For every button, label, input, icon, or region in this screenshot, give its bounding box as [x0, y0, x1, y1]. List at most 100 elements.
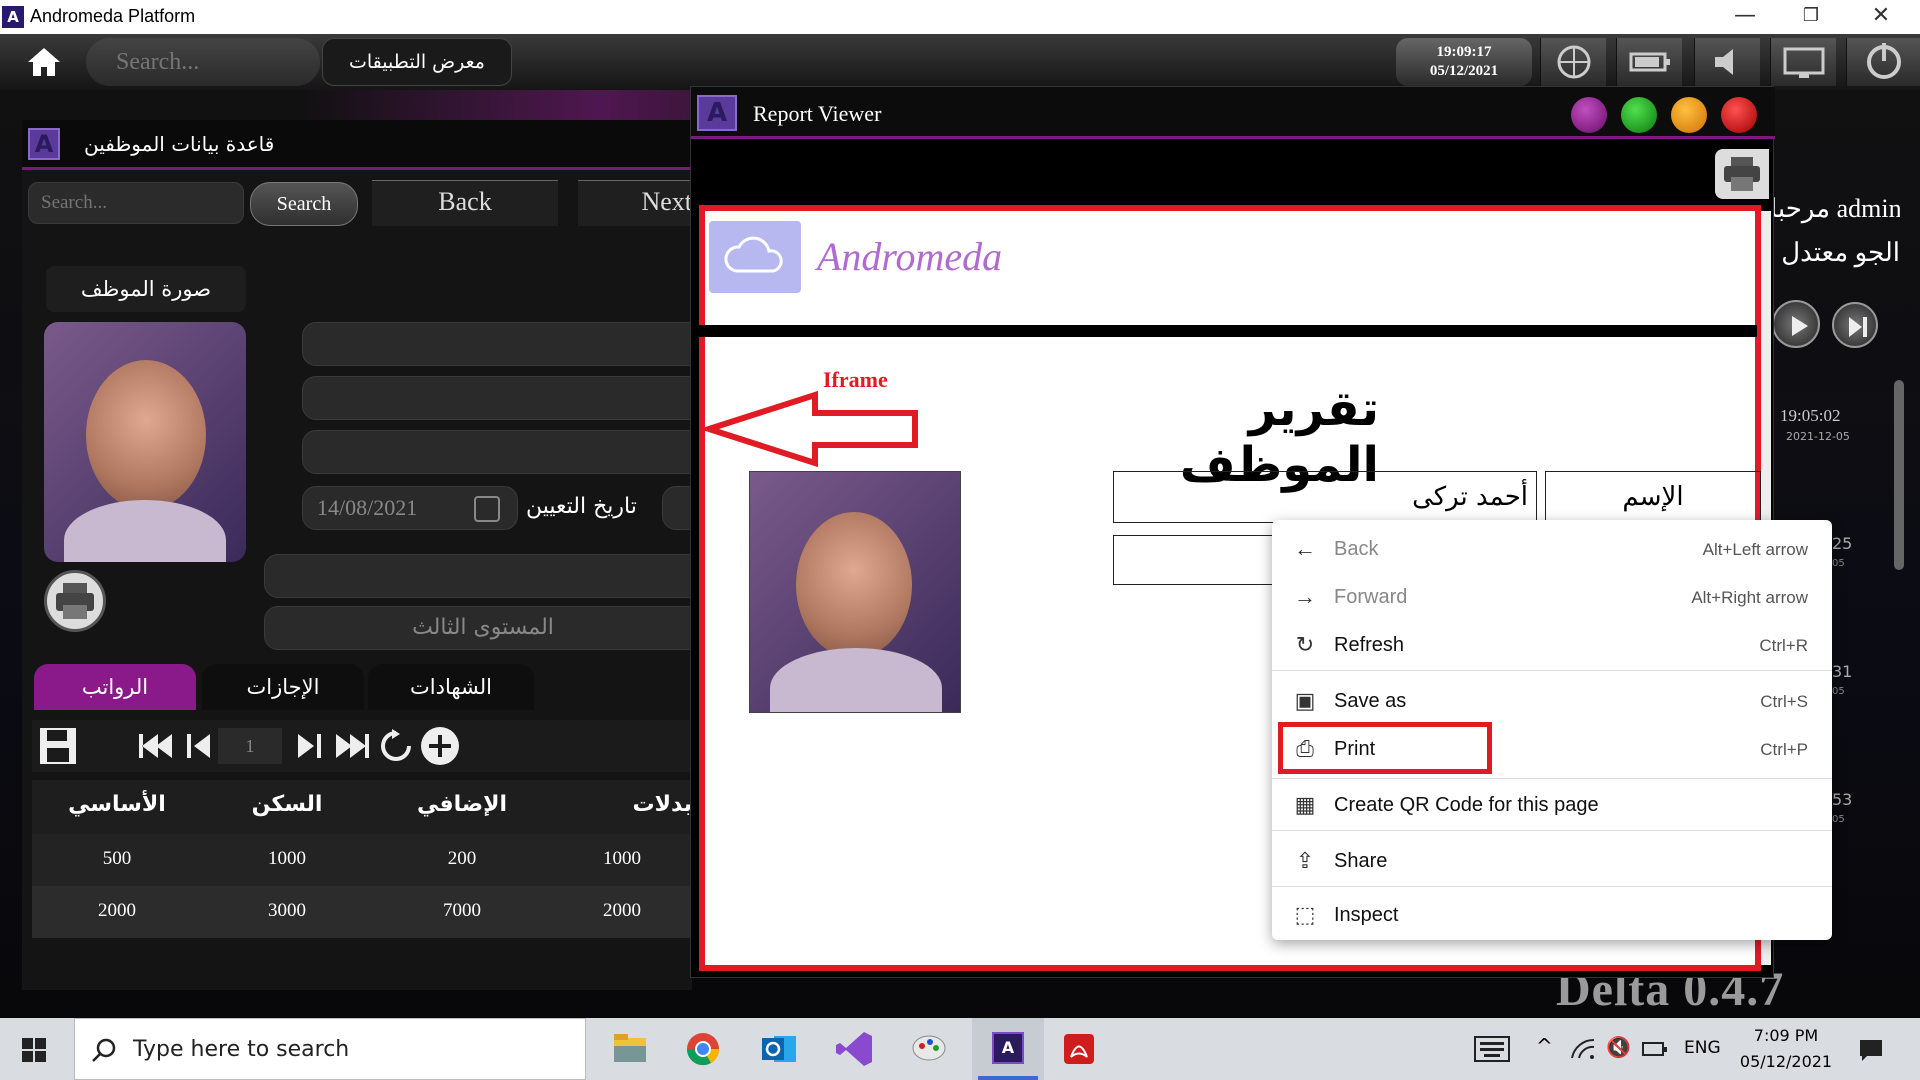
employee-field-2[interactable]	[302, 376, 702, 420]
table-row[interactable]: 2000 3000 7000 2000	[32, 886, 692, 938]
menu-item-save-as[interactable]: ▣ Save as Ctrl+S	[1272, 678, 1832, 726]
menu-item-create-qr-code[interactable]: ▦ Create QR Code for this page	[1272, 782, 1832, 830]
back-button[interactable]: Back	[372, 180, 558, 226]
employee-print-button[interactable]	[44, 570, 106, 632]
red-window-button[interactable]	[1721, 97, 1757, 133]
taskbar-search-box[interactable]: Type here to search	[74, 1018, 586, 1080]
menu-item-label: Back	[1334, 538, 1379, 560]
taskbar-search-placeholder: Type here to search	[133, 1037, 350, 1062]
menu-item-refresh[interactable]: ↻ Refresh Ctrl+R	[1272, 622, 1832, 670]
widget-scrollbar[interactable]	[1894, 380, 1904, 570]
wifi-icon[interactable]	[1570, 1038, 1596, 1060]
widget-number-3: 53	[1832, 790, 1853, 809]
app-logo-icon: A	[28, 128, 60, 160]
next-button[interactable]: Next	[578, 180, 692, 226]
weather-text: الجو معتدل	[1781, 238, 1900, 267]
tab-certificates[interactable]: الشهادات	[368, 664, 534, 710]
andromeda-app-active[interactable]: A	[972, 1018, 1044, 1080]
menu-item-inspect[interactable]: ⬚ Inspect	[1272, 892, 1832, 940]
taskbar-date[interactable]: 05/12/2021	[1732, 1052, 1840, 1071]
employee-window-title: قاعدة بيانات الموظفين	[84, 132, 275, 156]
menu-item-label: Save as	[1334, 690, 1407, 712]
menu-item-print[interactable]: ⎙ Print Ctrl+P	[1272, 722, 1832, 774]
green-window-button[interactable]	[1621, 97, 1657, 133]
purple-window-button[interactable]	[1571, 97, 1607, 133]
taskbar-time[interactable]: 7:09 PM	[1736, 1026, 1836, 1045]
home-button[interactable]	[8, 38, 80, 86]
printer-icon	[1724, 157, 1760, 191]
app-gallery-button[interactable]: معرض التطبيقات	[322, 38, 512, 86]
report-viewer-title: Report Viewer	[753, 101, 882, 126]
restore-button[interactable]: ❐	[1782, 0, 1840, 34]
chrome-app[interactable]	[678, 1024, 728, 1074]
skip-forward-icon	[1849, 317, 1867, 337]
battery-icon	[1629, 52, 1670, 72]
windows-taskbar: Type here to search A ^ 🔇 ENG 7:09 PM 05…	[0, 1018, 1920, 1080]
windows-start-icon[interactable]	[22, 1038, 46, 1062]
report-print-button[interactable]	[1715, 149, 1769, 199]
photo-label: صورة الموظف	[46, 266, 246, 312]
next-record-icon[interactable]	[294, 730, 324, 762]
first-record-icon[interactable]	[136, 730, 176, 762]
menu-item-back[interactable]: ← Back Alt+Left arrow	[1272, 526, 1832, 574]
tray-chevron-up-icon[interactable]: ^	[1536, 1034, 1553, 1058]
volume-button[interactable]	[1694, 38, 1760, 86]
minimize-button[interactable]: —	[1716, 0, 1774, 34]
display-button[interactable]	[1770, 38, 1836, 86]
employee-search-button[interactable]: Search	[250, 182, 358, 226]
menu-separator	[1272, 670, 1832, 671]
folder-icon	[614, 1034, 646, 1062]
acrobat-app[interactable]	[1054, 1024, 1104, 1074]
platform-toolbar: معرض التطبيقات 19:09:17 05/12/2021	[0, 34, 1920, 90]
table-cell: 1000	[603, 848, 641, 869]
language-indicator[interactable]: ENG	[1684, 1038, 1721, 1058]
power-button[interactable]	[1846, 38, 1920, 86]
app-logo-icon: A	[2, 6, 24, 28]
file-explorer-app[interactable]	[604, 1024, 654, 1074]
outlook-app[interactable]	[754, 1024, 804, 1074]
menu-separator	[1272, 886, 1832, 887]
paint-app[interactable]	[904, 1024, 954, 1074]
table-row[interactable]: 500 1000 200 1000	[32, 834, 692, 886]
level-field[interactable]: المستوى الثالث	[264, 606, 702, 650]
menu-item-label: Print	[1334, 738, 1376, 760]
close-button[interactable]: ✕	[1852, 0, 1910, 34]
visual-studio-app[interactable]	[830, 1024, 880, 1074]
refresh-icon: ↻	[1295, 632, 1315, 657]
platform-search-input[interactable]	[86, 38, 320, 86]
battery-button[interactable]	[1616, 38, 1682, 86]
refresh-icon[interactable]	[378, 728, 414, 764]
tab-leaves[interactable]: الإجازات	[202, 664, 364, 710]
menu-item-forward[interactable]: → Forward Alt+Right arrow	[1272, 574, 1832, 622]
employee-field-1[interactable]	[302, 322, 702, 366]
menu-item-label: Share	[1334, 850, 1388, 872]
last-record-icon[interactable]	[332, 730, 372, 762]
menu-item-share[interactable]: ⇪ Share	[1272, 838, 1832, 886]
employee-field-3[interactable]	[302, 430, 702, 474]
brand-name: Andromeda	[817, 234, 1003, 279]
network-button[interactable]	[1540, 38, 1606, 86]
employee-field-5[interactable]	[264, 554, 702, 598]
employee-search-input[interactable]	[28, 182, 244, 224]
table-cell: 1000	[268, 848, 306, 869]
employee-database-window: A قاعدة بيانات الموظفين Search Back Next…	[22, 120, 702, 990]
welcome-text: مرحبا admin	[1770, 194, 1900, 223]
skip-button[interactable]	[1832, 302, 1878, 348]
orange-window-button[interactable]	[1671, 97, 1707, 133]
table-cell: 3000	[268, 900, 306, 921]
keyboard-icon[interactable]	[1474, 1036, 1510, 1062]
calendar-icon[interactable]	[474, 496, 500, 522]
play-button[interactable]	[1772, 300, 1820, 348]
window-title-bar: A Andromeda Platform — ❐ ✕	[0, 0, 1920, 34]
tab-salaries[interactable]: الرواتب	[34, 664, 196, 710]
employee-photo	[44, 322, 246, 562]
save-icon[interactable]	[38, 726, 78, 766]
add-icon[interactable]	[420, 726, 460, 766]
page-number-input[interactable]: 1	[218, 728, 282, 764]
battery-icon[interactable]	[1642, 1040, 1668, 1058]
volume-muted-icon[interactable]: 🔇	[1606, 1035, 1631, 1059]
widget-number-2: 31	[1832, 662, 1853, 681]
notification-icon[interactable]	[1858, 1038, 1884, 1062]
report-header: Andromeda	[705, 211, 1751, 301]
previous-record-icon[interactable]	[184, 730, 214, 762]
